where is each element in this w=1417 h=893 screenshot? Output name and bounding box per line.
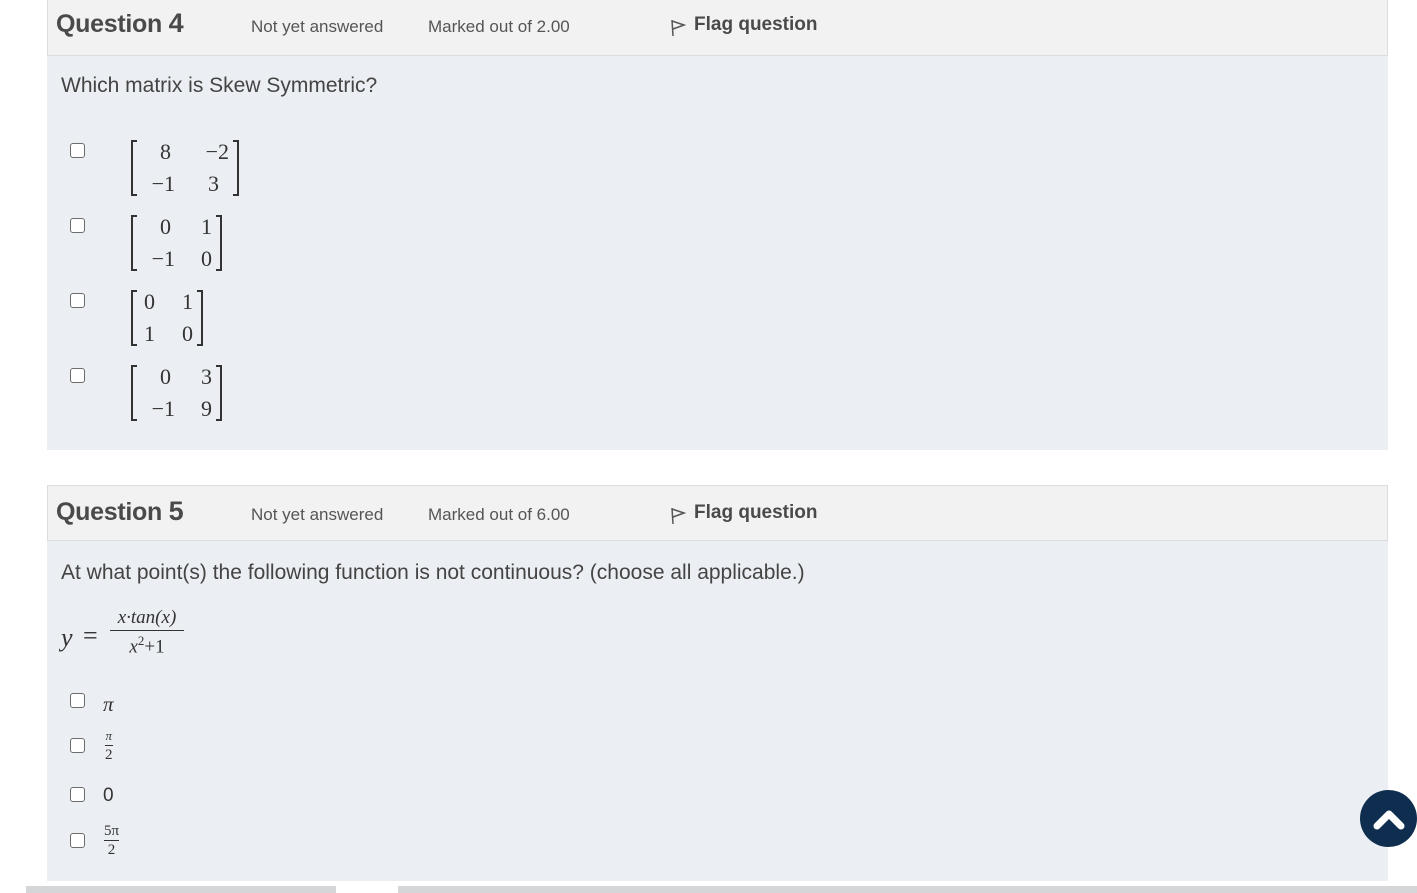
question-state: Not yet answered bbox=[251, 17, 384, 36]
answer-checkbox[interactable] bbox=[70, 368, 85, 383]
question-grade: Marked out of 2.00 bbox=[428, 17, 570, 36]
question-body: At what point(s) the following function … bbox=[47, 541, 1388, 881]
matrix-cell: 3 bbox=[201, 364, 212, 389]
question-grade: Marked out of 6.00 bbox=[428, 505, 570, 524]
answer-checkbox[interactable] bbox=[70, 738, 85, 753]
question-5: Question 5 Not yet answered Marked out o… bbox=[47, 485, 1388, 881]
scrollbar-track-right[interactable] bbox=[398, 886, 1417, 893]
answer-option[interactable]: π bbox=[70, 684, 114, 717]
scrollbar-track-left[interactable] bbox=[26, 886, 336, 893]
formula-fraction: x·tan(x) x2+1 bbox=[110, 607, 184, 658]
answer-checkbox[interactable] bbox=[70, 833, 85, 848]
matrix-cell: 1 bbox=[144, 321, 155, 346]
right-bracket bbox=[233, 140, 239, 196]
matrix-cell: 0 bbox=[144, 289, 155, 314]
question-text: Which matrix is Skew Symmetric? bbox=[61, 74, 378, 97]
formula-numerator: x·tan(x) bbox=[117, 607, 177, 628]
answer-option[interactable]: 0 bbox=[70, 781, 114, 807]
matrix-cell: 1 bbox=[201, 214, 212, 239]
answer-label: π 2 bbox=[105, 728, 113, 763]
right-bracket bbox=[216, 365, 222, 421]
matrix: 8 −2 −1 3 bbox=[131, 138, 241, 200]
chevron-up-icon bbox=[1373, 810, 1404, 829]
matrix-cell: 1 bbox=[182, 289, 193, 314]
formula-equals: = bbox=[83, 621, 98, 650]
flag-icon bbox=[671, 507, 686, 525]
question-number: 4 bbox=[168, 8, 184, 38]
answer-label: 0 bbox=[103, 785, 114, 806]
question-number: 5 bbox=[168, 496, 184, 526]
right-bracket bbox=[197, 290, 203, 346]
matrix-cell: −1 bbox=[151, 396, 175, 421]
matrix-cell: 0 bbox=[160, 364, 171, 389]
formula-lhs: y bbox=[61, 623, 73, 652]
question-state: Not yet answered bbox=[251, 505, 384, 524]
question-4: Question 4 Not yet answered Marked out o… bbox=[47, 0, 1388, 450]
matrix-cell: 0 bbox=[182, 321, 193, 346]
flag-icon bbox=[671, 19, 686, 37]
question-text: At what point(s) the following function … bbox=[61, 561, 805, 584]
answer-option[interactable]: π 2 bbox=[70, 728, 113, 763]
flag-question-button[interactable]: Flag question bbox=[670, 13, 818, 37]
answer-option[interactable]: 5π 2 bbox=[70, 823, 120, 858]
matrix-cell: −1 bbox=[151, 171, 175, 196]
matrix-cell: 0 bbox=[201, 246, 212, 271]
matrix-cell: −2 bbox=[205, 139, 229, 164]
question-header: Question 4 Not yet answered Marked out o… bbox=[47, 0, 1388, 56]
horizontal-scrollbar[interactable] bbox=[0, 886, 1417, 893]
matrix: 0 1 −1 0 bbox=[131, 213, 226, 275]
matrix-cell: −1 bbox=[151, 246, 175, 271]
question-body: Which matrix is Skew Symmetric? 8 −2 −1 … bbox=[47, 56, 1388, 450]
right-bracket bbox=[216, 215, 222, 271]
formula-denominator: x2+1 bbox=[129, 633, 165, 658]
answer-checkbox[interactable] bbox=[70, 293, 85, 308]
answer-label: π bbox=[103, 692, 114, 716]
question-header: Question 5 Not yet answered Marked out o… bbox=[47, 485, 1388, 541]
matrix-cell: 0 bbox=[160, 214, 171, 239]
flag-question-button[interactable]: Flag question bbox=[670, 501, 818, 525]
answer-checkbox[interactable] bbox=[70, 218, 85, 233]
fraction-line bbox=[110, 630, 184, 631]
question-title: Question 4 bbox=[56, 8, 184, 38]
matrix: 0 1 1 0 bbox=[131, 288, 207, 350]
back-to-top-button[interactable] bbox=[1360, 790, 1417, 847]
matrix-cell: 9 bbox=[201, 396, 212, 421]
answer-checkbox[interactable] bbox=[70, 693, 85, 708]
matrix-cell: 3 bbox=[208, 171, 219, 196]
question-title: Question 5 bbox=[56, 496, 184, 526]
answer-checkbox[interactable] bbox=[70, 143, 85, 158]
answer-checkbox[interactable] bbox=[70, 786, 85, 802]
matrix-cell: 8 bbox=[160, 139, 171, 164]
matrix: 0 3 −1 9 bbox=[131, 363, 226, 425]
answer-label: 5π 2 bbox=[104, 823, 120, 858]
